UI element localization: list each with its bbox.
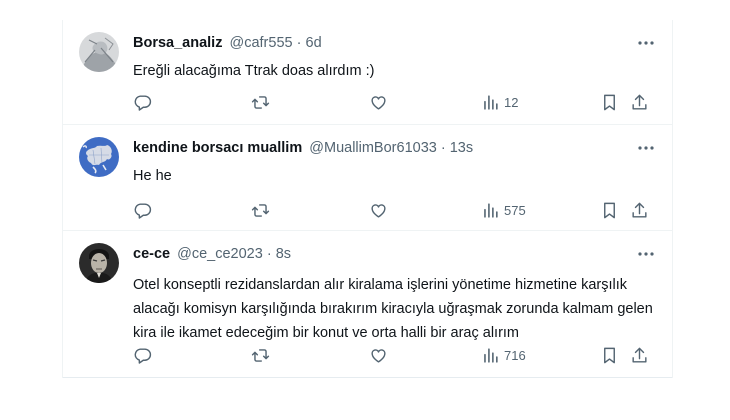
heart-icon xyxy=(371,95,386,110)
reply-icon xyxy=(134,347,152,364)
views-button[interactable]: 716 xyxy=(481,345,526,365)
views-count: 716 xyxy=(504,347,526,363)
share-button[interactable] xyxy=(630,200,649,220)
reply-icon xyxy=(134,202,152,219)
tweet-text: Ereğli alacağıma Ttrak doas alırdım :) xyxy=(133,63,375,79)
tweet-header: kendine borsacı muallim @MuallimBor61033… xyxy=(133,139,473,157)
timestamp[interactable]: 8s xyxy=(276,246,291,262)
tweet-text: He he xyxy=(133,168,172,184)
views-count: 575 xyxy=(504,202,526,218)
user-handle[interactable]: @ce_ce2023 xyxy=(177,246,263,262)
avatar[interactable] xyxy=(79,243,119,283)
reply-button[interactable] xyxy=(133,345,152,365)
views-count: 12 xyxy=(504,94,519,110)
share-icon xyxy=(632,347,647,363)
separator-dot: · xyxy=(440,140,446,156)
user-handle[interactable]: @MuallimBor61033 xyxy=(309,140,437,156)
retweet-button[interactable] xyxy=(251,200,270,220)
bookmark-button[interactable] xyxy=(600,92,619,112)
separator-dot: · xyxy=(296,35,302,51)
bookmark-icon xyxy=(604,347,615,363)
tweet[interactable]: Borsa_analiz @cafr555 · 6d Ereğli alacağ… xyxy=(63,20,672,125)
separator-dot: · xyxy=(266,246,272,262)
timeline: Borsa_analiz @cafr555 · 6d Ereğli alacağ… xyxy=(62,20,673,378)
avatar[interactable] xyxy=(79,137,119,177)
like-button[interactable] xyxy=(369,92,388,112)
action-bar: 575 xyxy=(133,200,656,220)
heart-icon xyxy=(371,203,386,218)
retweet-button[interactable] xyxy=(251,92,270,112)
action-bar: 716 xyxy=(133,345,656,365)
reply-icon xyxy=(134,94,152,111)
retweet-icon xyxy=(251,348,270,362)
share-icon xyxy=(632,202,647,218)
retweet-button[interactable] xyxy=(251,345,270,365)
action-bar: 12 xyxy=(133,92,656,112)
tweet-header: Borsa_analiz @cafr555 · 6d xyxy=(133,34,322,52)
bookmark-icon xyxy=(604,202,615,218)
share-button[interactable] xyxy=(630,92,649,112)
display-name[interactable]: ce-ce xyxy=(133,246,170,262)
display-name[interactable]: kendine borsacı muallim xyxy=(133,140,302,156)
more-icon[interactable] xyxy=(636,139,656,157)
europe-map-avatar-icon xyxy=(79,137,119,177)
heart-icon xyxy=(371,348,386,363)
more-icon[interactable] xyxy=(636,245,656,263)
reply-button[interactable] xyxy=(133,200,152,220)
avatar[interactable] xyxy=(79,32,119,72)
retweet-icon xyxy=(251,203,270,217)
share-icon xyxy=(632,94,647,110)
like-button[interactable] xyxy=(369,200,388,220)
timestamp[interactable]: 13s xyxy=(450,140,473,156)
views-button[interactable]: 575 xyxy=(481,200,526,220)
bookmark-icon xyxy=(604,94,615,110)
tweet-text: Otel konseptli rezidanslardan alır kiral… xyxy=(133,277,653,341)
user-handle[interactable]: @cafr555 xyxy=(230,35,293,51)
reply-button[interactable] xyxy=(133,92,152,112)
display-name[interactable]: Borsa_analiz xyxy=(133,35,222,51)
sketch-avatar-icon xyxy=(79,32,119,72)
share-button[interactable] xyxy=(630,345,649,365)
timestamp[interactable]: 6d xyxy=(306,35,322,51)
like-button[interactable] xyxy=(369,345,388,365)
tweet[interactable]: kendine borsacı muallim @MuallimBor61033… xyxy=(63,125,672,231)
views-icon xyxy=(484,347,498,363)
tweet[interactable]: ce-ce @ce_ce2023 · 8s Otel konseptli rez… xyxy=(63,231,672,378)
views-icon xyxy=(484,202,498,218)
views-icon xyxy=(484,94,498,110)
tweet-header: ce-ce @ce_ce2023 · 8s xyxy=(133,245,291,263)
views-button[interactable]: 12 xyxy=(481,92,518,112)
retweet-icon xyxy=(251,95,270,109)
bookmark-button[interactable] xyxy=(600,345,619,365)
more-icon[interactable] xyxy=(636,34,656,52)
bookmark-button[interactable] xyxy=(600,200,619,220)
portrait-avatar-icon xyxy=(79,243,119,283)
